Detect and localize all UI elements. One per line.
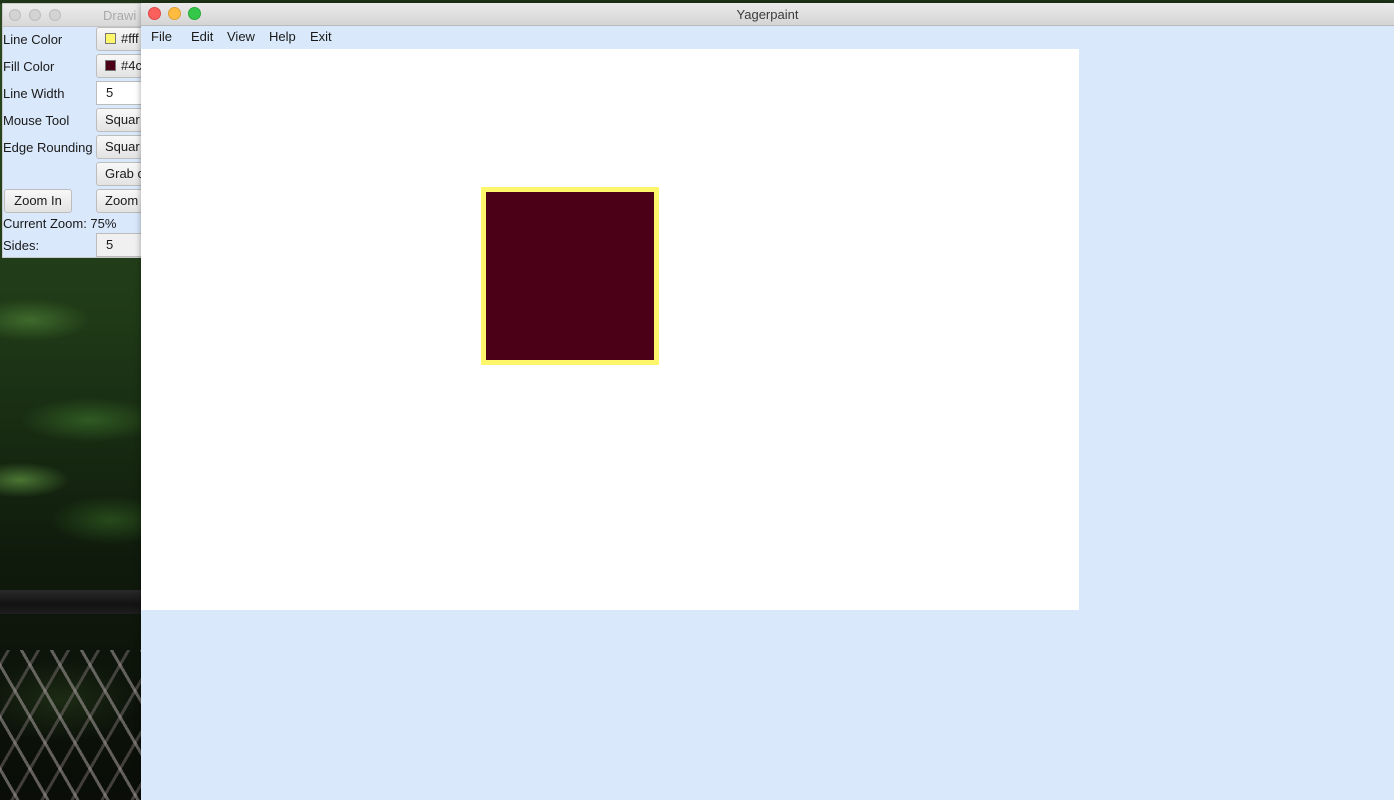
- palette-maximize-icon[interactable]: [49, 9, 61, 21]
- fill-color-value: #4c: [121, 58, 142, 73]
- line-color-row: Line Color #fff: [3, 27, 161, 52]
- palette-title: Drawi: [103, 8, 137, 23]
- line-color-swatch: [105, 33, 116, 44]
- sides-label: Sides:: [3, 238, 40, 253]
- line-color-value: #fff: [121, 31, 139, 46]
- line-width-label: Line Width: [3, 86, 65, 101]
- menu-bar: File Edit View Help Exit: [141, 26, 1394, 48]
- palette-minimize-icon[interactable]: [29, 9, 41, 21]
- menu-edit[interactable]: Edit: [191, 29, 213, 44]
- mouse-tool-label: Mouse Tool: [3, 113, 70, 128]
- mouse-tool-row: Mouse Tool Squar: [3, 108, 161, 133]
- grab-row: Grab c: [3, 162, 161, 187]
- drawing-tools-window: Drawi Line Color #fff Fill Color #4c Lin…: [2, 3, 162, 258]
- edge-rounding-label: Edge Rounding: [3, 140, 93, 155]
- zoom-row: Zoom In Zoom: [3, 189, 161, 214]
- fence-rail-decoration: [0, 590, 150, 614]
- palette-titlebar[interactable]: Drawi: [3, 4, 161, 27]
- menu-exit[interactable]: Exit: [310, 29, 332, 44]
- main-titlebar[interactable]: Yagerpaint: [141, 3, 1394, 26]
- canvas-square-shape[interactable]: [481, 187, 659, 365]
- menu-file[interactable]: File: [151, 29, 172, 44]
- drawing-canvas[interactable]: [141, 49, 1079, 610]
- zoom-in-button[interactable]: Zoom In: [4, 189, 72, 213]
- current-zoom-label: Current Zoom: 75%: [3, 216, 117, 231]
- fill-color-swatch: [105, 60, 116, 71]
- line-color-label: Line Color: [3, 32, 63, 47]
- edge-rounding-row: Edge Rounding Squar: [3, 135, 161, 160]
- sides-row: Sides: 5: [3, 233, 161, 257]
- fence-mesh-decoration: [0, 650, 150, 800]
- menu-help[interactable]: Help: [269, 29, 296, 44]
- fill-color-label: Fill Color: [3, 59, 55, 74]
- fill-color-row: Fill Color #4c: [3, 54, 161, 79]
- window-title: Yagerpaint: [736, 7, 799, 22]
- yagerpaint-window: Yagerpaint File Edit View Help Exit: [141, 3, 1394, 800]
- menu-view[interactable]: View: [227, 29, 255, 44]
- line-width-row: Line Width 5: [3, 81, 161, 106]
- palette-close-icon[interactable]: [9, 9, 21, 21]
- current-zoom-row: Current Zoom: 75%: [3, 216, 161, 234]
